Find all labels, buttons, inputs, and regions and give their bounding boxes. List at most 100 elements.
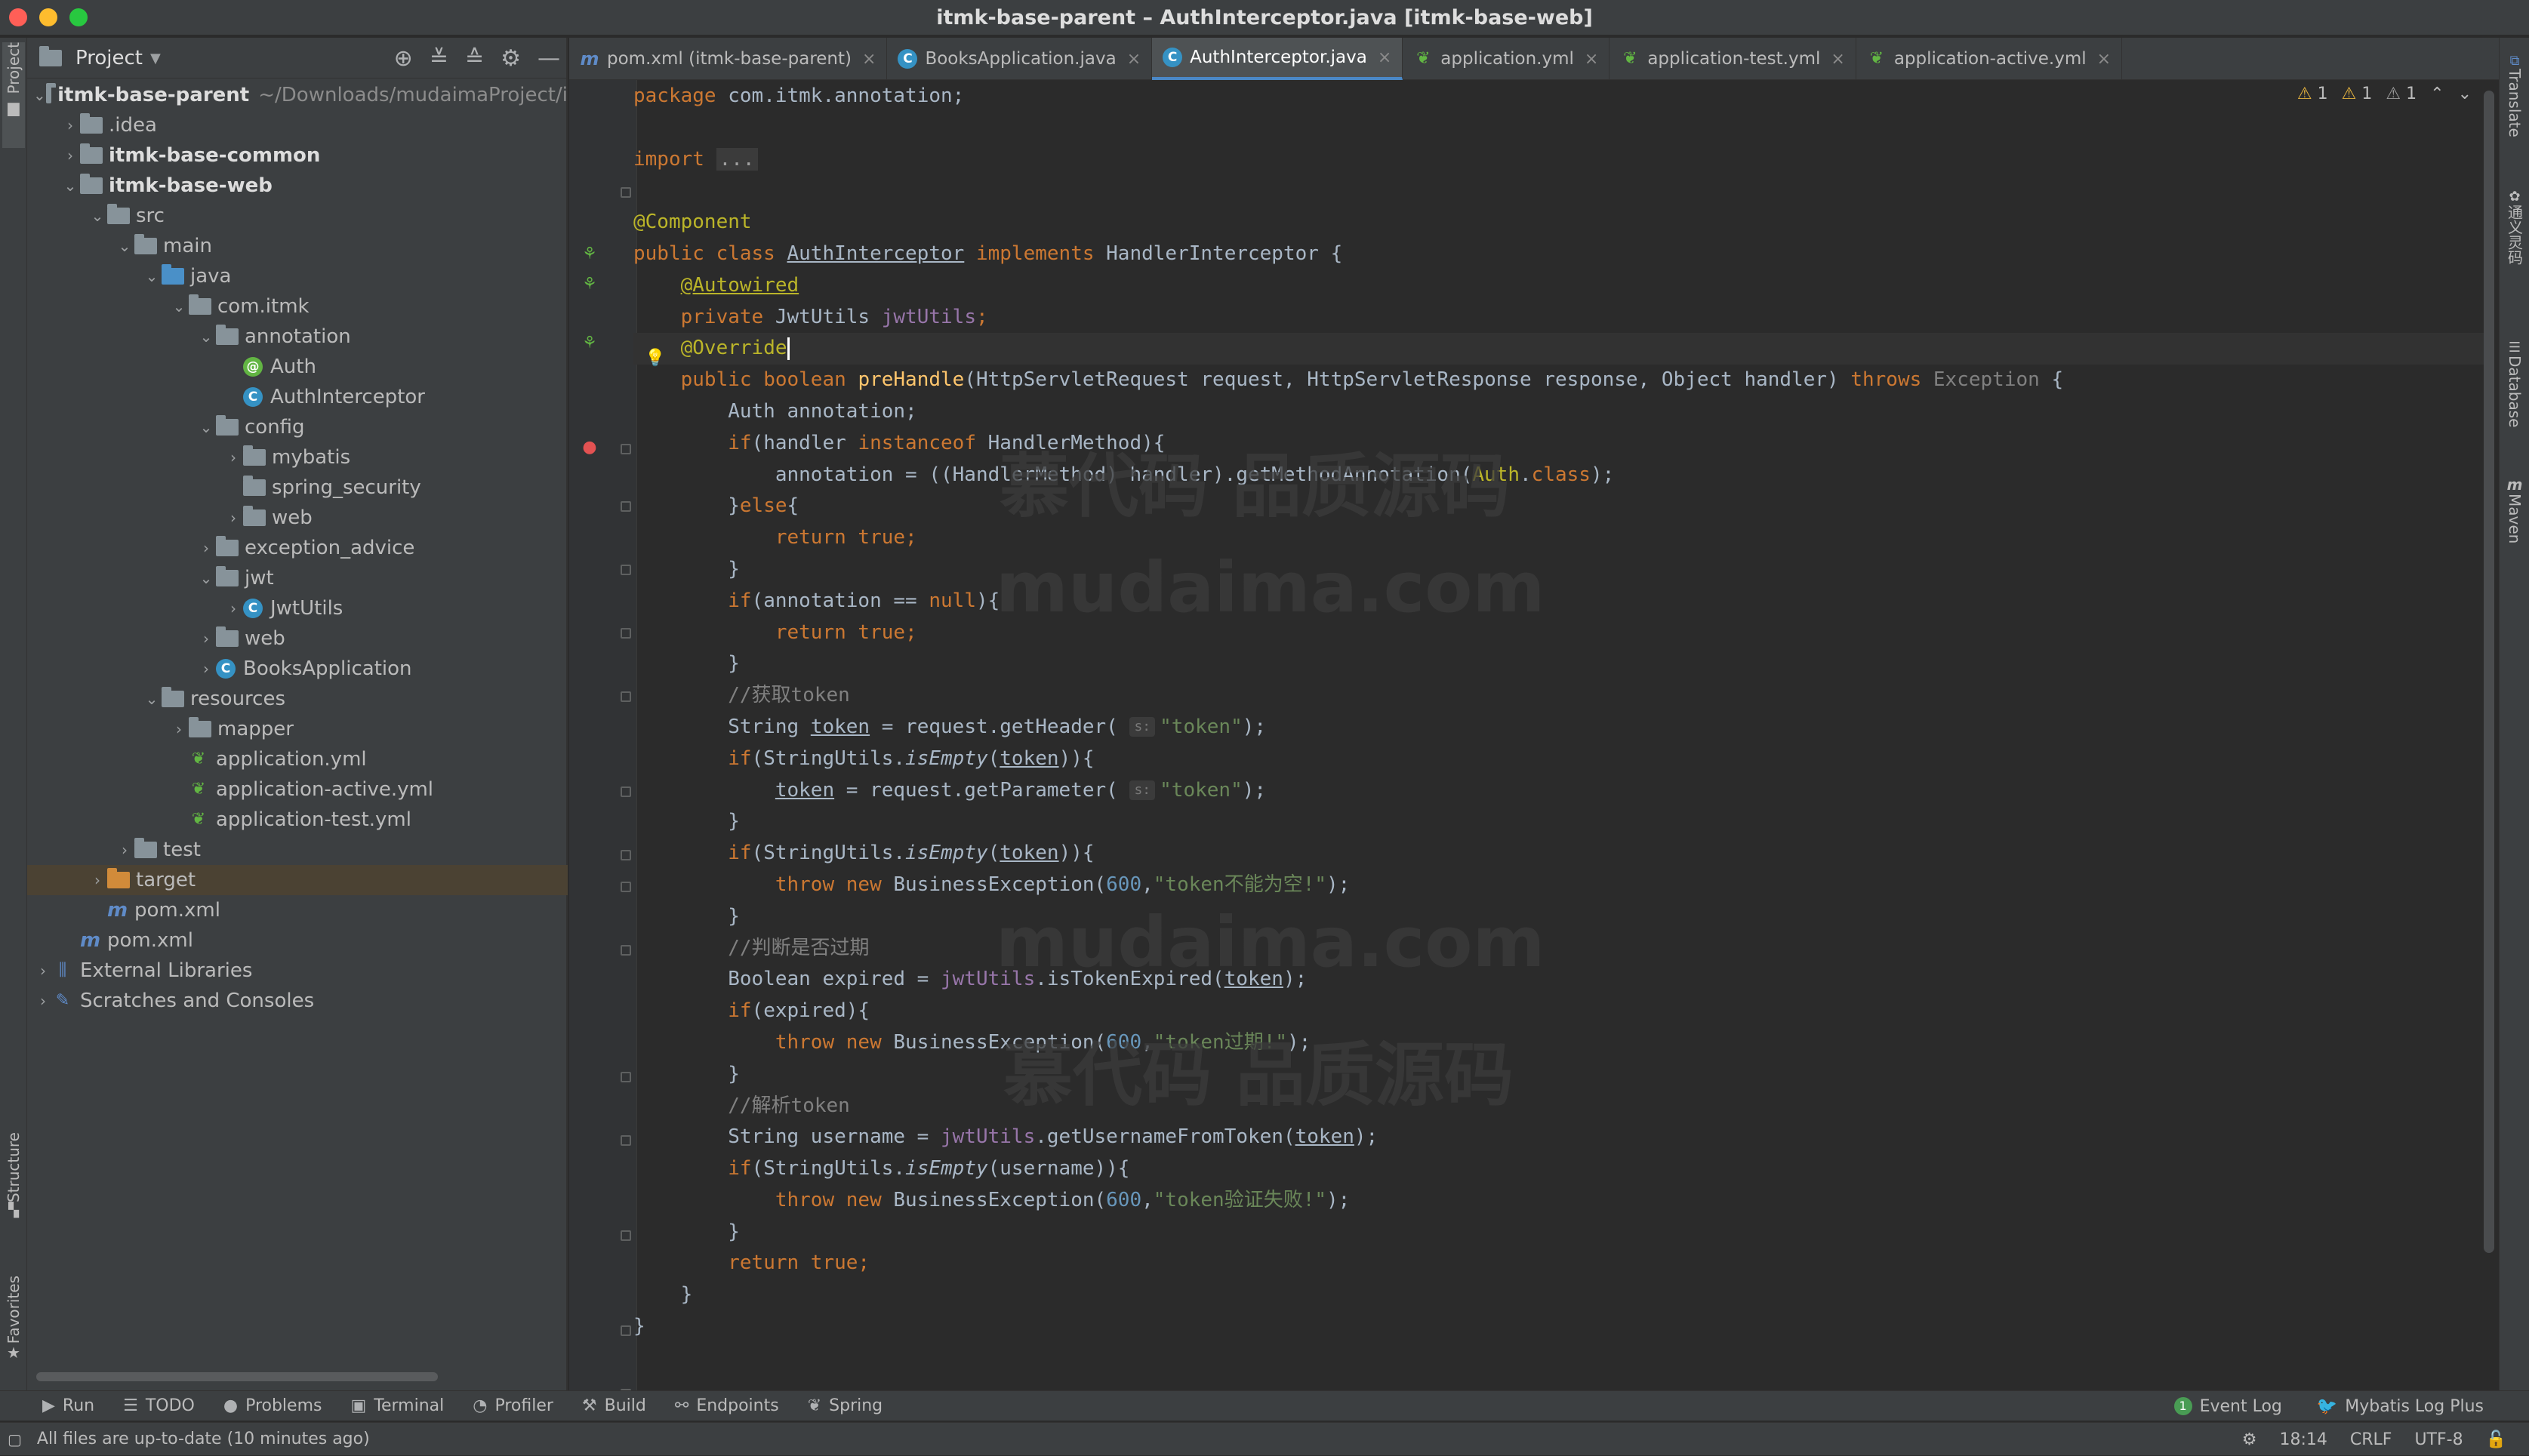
chevron-down-icon[interactable]: ⌄ [33, 86, 46, 104]
code-line[interactable]: //获取token [633, 680, 2490, 712]
tree-item[interactable]: › itmk-base-common [27, 140, 568, 171]
code-line[interactable]: @Autowired [633, 270, 2490, 302]
chevron-down-icon[interactable]: ⌄ [142, 690, 162, 708]
tree-item[interactable]: › exception_advice [27, 533, 568, 563]
override-icon[interactable]: ● [580, 438, 599, 457]
profiler-tool-button[interactable]: ◔ Profiler [473, 1396, 553, 1415]
expand-all-icon[interactable]: ≚ [430, 45, 448, 72]
scrollbar-thumb[interactable] [2484, 91, 2494, 1253]
code-line[interactable] [633, 112, 2490, 144]
chevron-down-icon[interactable]: ⌄ [88, 207, 107, 225]
spring-tool-button[interactable]: ❦ Spring [808, 1396, 883, 1415]
code-line[interactable]: Boolean expired = jwtUtils.isTokenExpire… [633, 964, 2490, 996]
fold-marker[interactable] [621, 628, 631, 639]
code-line[interactable]: public class AuthInterceptor implements … [633, 239, 2490, 270]
code-line[interactable]: @Component [633, 207, 2490, 239]
editor-tab[interactable]: C BooksApplication.java × [887, 38, 1153, 80]
chevron-right-icon[interactable]: › [115, 841, 134, 859]
tree-item[interactable]: ⌄ jwt [27, 563, 568, 593]
status-message[interactable]: All files are up-to-date (10 minutes ago… [37, 1430, 370, 1448]
code-line[interactable]: return true; [633, 522, 2490, 554]
toggle-tool-windows-icon[interactable]: ▢ [8, 1430, 22, 1448]
locate-icon[interactable]: ⊕ [394, 45, 413, 72]
fold-marker[interactable] [621, 1325, 631, 1336]
terminal-tool-button[interactable]: ▣ Terminal [350, 1396, 444, 1415]
fold-marker[interactable] [621, 786, 631, 797]
code-line[interactable]: throw new BusinessException(600,"token验证… [633, 1185, 2490, 1217]
tree-item[interactable]: ⌄ config [27, 412, 568, 442]
structure-tool-button[interactable]: Structure ▚ [2, 1132, 25, 1245]
chevron-down-icon[interactable]: ⌄ [2458, 85, 2472, 103]
chevron-up-icon[interactable]: ⌃ [2430, 85, 2444, 103]
tongyi-tool-button[interactable]: ✿ 通义灵码 [2503, 189, 2526, 325]
chevron-down-icon[interactable]: ⌄ [115, 237, 134, 255]
code-line[interactable]: //解析token [633, 1091, 2490, 1122]
code-line[interactable]: if(handler instanceof HandlerMethod){ [633, 428, 2490, 460]
tree-item[interactable]: › target [27, 865, 568, 895]
tree-item[interactable]: @ Auth [27, 352, 568, 382]
chevron-right-icon[interactable]: › [88, 871, 107, 889]
code-line[interactable]: if(StringUtils.isEmpty(username)){ [633, 1153, 2490, 1185]
close-tab-icon[interactable]: × [862, 50, 876, 69]
autowired-icon[interactable]: ⚘ [580, 334, 599, 353]
fold-marker[interactable] [621, 1230, 631, 1241]
code-line[interactable]: } [633, 554, 2490, 586]
editor-tab[interactable]: ❦ application-active.yml × [1856, 38, 2123, 80]
code-line[interactable]: if(expired){ [633, 996, 2490, 1027]
code-line[interactable]: token = request.getParameter( s: "token")… [633, 775, 2490, 807]
fold-marker[interactable] [621, 882, 631, 892]
editor-tab[interactable]: m pom.xml (itmk-base-parent) × [569, 38, 888, 80]
tree-item[interactable]: ❦ application-test.yml [27, 805, 568, 835]
editor-tab[interactable]: ❦ application.yml × [1403, 38, 1610, 80]
chevron-right-icon[interactable]: › [196, 539, 216, 557]
file-encoding[interactable]: UTF-8 [2414, 1430, 2463, 1449]
code-line[interactable]: } [633, 1217, 2490, 1248]
tree-item[interactable]: ❦ application.yml [27, 744, 568, 774]
chevron-right-icon[interactable]: › [196, 660, 216, 678]
code-line[interactable]: //判断是否过期 [633, 933, 2490, 965]
tree-item[interactable]: › mapper [27, 714, 568, 744]
code-line[interactable]: import ... [633, 144, 2490, 176]
fold-marker[interactable] [621, 691, 631, 702]
project-view-selector[interactable]: Project ▼ [39, 38, 161, 78]
close-tab-icon[interactable]: × [2097, 50, 2111, 69]
chevron-right-icon[interactable]: › [223, 509, 243, 527]
code-line[interactable]: if(StringUtils.isEmpty(token)){ [633, 743, 2490, 775]
lightbulb-icon[interactable]: 💡 [645, 349, 665, 368]
code-line[interactable]: } [633, 806, 2490, 838]
chevron-down-icon[interactable]: ⌄ [196, 418, 216, 436]
code-line[interactable]: } [633, 1279, 2490, 1311]
code-line[interactable]: } [633, 1311, 2490, 1343]
lock-icon[interactable]: 🔓 [2486, 1430, 2506, 1449]
tree-item[interactable]: ⌄ java [27, 261, 568, 291]
git-icon[interactable]: ⚙ [2242, 1430, 2257, 1449]
spring-bean-icon[interactable]: ⚘ [580, 275, 599, 294]
chevron-right-icon[interactable]: › [33, 962, 53, 980]
favorites-tool-button[interactable]: Favorites ★ [2, 1276, 25, 1389]
close-tab-icon[interactable]: × [1831, 50, 1844, 69]
code-line[interactable]: return true; [633, 1248, 2490, 1279]
fold-marker[interactable] [621, 945, 631, 956]
line-separator[interactable]: CRLF [2350, 1430, 2392, 1449]
tree-item[interactable]: › ⫼ External Libraries [27, 956, 568, 986]
code-line[interactable]: String username = jwtUtils.getUsernameFr… [633, 1122, 2490, 1153]
horizontal-scrollbar[interactable] [36, 1372, 438, 1381]
folded-imports[interactable]: ... [716, 147, 758, 171]
problems-tool-button[interactable]: ● Problems [223, 1396, 322, 1415]
tree-item[interactable]: C AuthInterceptor [27, 382, 568, 412]
editor-tab[interactable]: ❦ application-test.yml × [1610, 38, 1856, 80]
tree-item[interactable]: › .idea [27, 110, 568, 140]
gear-icon[interactable]: ⚙ [501, 45, 521, 72]
tree-item[interactable]: › ✎ Scratches and Consoles [27, 986, 568, 1016]
fold-marker[interactable] [621, 187, 631, 198]
code-line[interactable]: }else{ [633, 491, 2490, 522]
tree-item[interactable]: › C BooksApplication [27, 654, 568, 684]
inspection-widget[interactable]: ⚠ 1 ⚠ 1 ⚠ 1 ⌃ ⌄ [2297, 85, 2472, 103]
mybatis-log-button[interactable]: 🐦 Mybatis Log Plus [2317, 1397, 2484, 1416]
spring-bean-icon[interactable]: ⚘ [580, 245, 599, 264]
chevron-down-icon[interactable]: ⌄ [60, 177, 80, 195]
chevron-right-icon[interactable]: › [223, 599, 243, 617]
tree-item[interactable]: › test [27, 835, 568, 865]
close-tab-icon[interactable]: × [1127, 50, 1141, 69]
tree-item[interactable]: ⌄ resources [27, 684, 568, 714]
